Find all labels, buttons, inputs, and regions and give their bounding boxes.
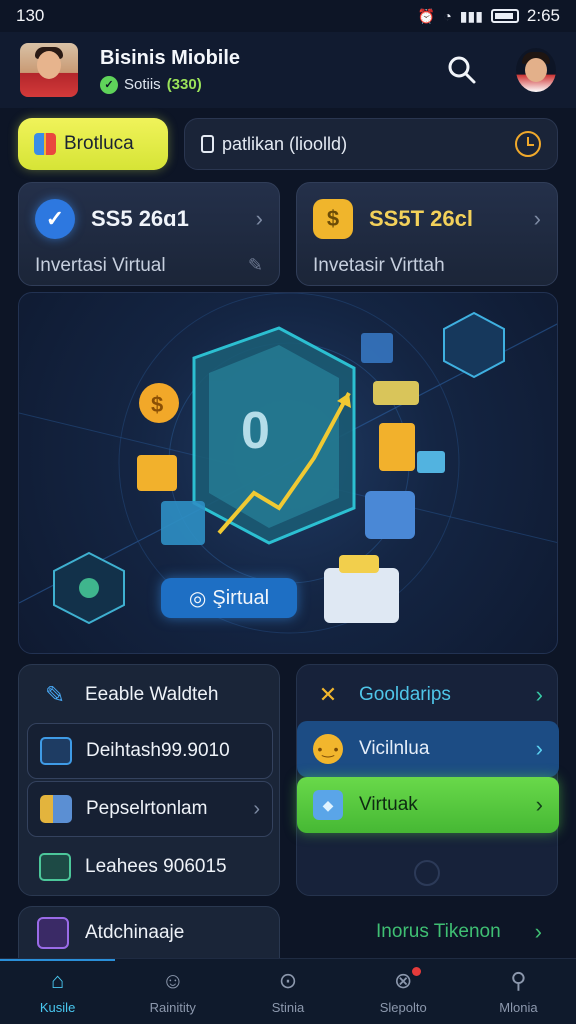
bottom-card-label: Atdchinaaje (85, 921, 185, 943)
users-icon: ☺ (161, 968, 185, 993)
chevron-right-icon: › (535, 736, 543, 761)
wifi-icon: ◔ (443, 8, 452, 24)
search-tab-icon: ⊙ (278, 968, 298, 993)
chevron-right-icon: › (533, 206, 541, 231)
stat-label: Invertasi Virtual (35, 255, 166, 276)
status-left-text: 130 (16, 6, 45, 25)
search-input-text: patlikan (lioolld) (222, 133, 348, 154)
tab-users[interactable]: ☺ Rainitity (115, 959, 230, 1024)
coin-icon: $ (313, 199, 353, 239)
menu-item-label: Gooldarips (359, 684, 451, 705)
gift-icon (34, 133, 56, 155)
document-icon (39, 853, 71, 881)
hero-illustration: 0 $ ◎ Şirtual (18, 292, 558, 654)
app-header: Bisinis Miobile ✓ Sotiis (330) (0, 32, 576, 108)
page-title: Bisinis Miobile (100, 46, 241, 69)
bottom-card[interactable]: Atdchinaaje (18, 906, 280, 958)
search-button[interactable] (442, 50, 482, 90)
tab-search[interactable]: ⊙ Stinia (230, 959, 345, 1024)
tab-more[interactable]: ⚲ Mlonia (461, 959, 576, 1024)
promo-link[interactable]: Inorus Tikenon › (296, 906, 558, 958)
promo-link-label: Inorus Tikenon (376, 921, 501, 942)
alarm-icon: ⏰ (417, 7, 436, 24)
shield-icon: ◆ (313, 790, 343, 820)
home-icon: ⌂ (50, 968, 65, 993)
ring-icon (414, 860, 440, 886)
list-item[interactable]: ✎ Eeable Waldteh (27, 667, 273, 723)
tab-label: Kusile (39, 1000, 76, 1015)
chevron-right-icon: › (253, 797, 260, 820)
virtual-badge-button[interactable]: ◎ Şirtual (161, 578, 297, 618)
tab-label: Mlonia (499, 1000, 538, 1015)
list-item[interactable]: Pepselrtonlam › (27, 781, 273, 837)
search-icon (448, 56, 476, 84)
list-item[interactable]: Deihtash99.9010 (27, 723, 273, 779)
header-subtitle: ✓ Sotiis (330) (100, 75, 442, 94)
stat-value: SS5T 26cl (369, 206, 473, 231)
menu-item-label: Virtuak (359, 794, 418, 815)
status-time: 2:65 (526, 6, 560, 25)
battery-icon (490, 9, 519, 23)
profile-avatar[interactable] (516, 48, 556, 92)
chevron-right-icon: › (535, 792, 543, 817)
stat-card-virtual-2[interactable]: $ SS5T 26cl › Invetasir Virttah (296, 182, 558, 286)
header-text: Bisinis Miobile ✓ Sotiis (330) (100, 47, 442, 94)
document-icon (201, 135, 214, 153)
status-icons: ⏰ ◔ ▮▮▮ 2:65 (418, 6, 560, 26)
left-list-panel: ✎ Eeable Waldteh Deihtash99.9010 Pepselr… (18, 664, 280, 896)
stat-card-virtual[interactable]: ✓ SS5 26ɑ1 › Invertasi Virtual ✎ (18, 182, 280, 286)
status-bar: 130 ⏰ ◔ ▮▮▮ 2:65 (0, 0, 576, 32)
menu-item[interactable]: •‿• Vicilnlua › (297, 721, 559, 777)
list-item-label: Leahees 906015 (85, 856, 227, 877)
subtitle-label: Sotiis (124, 76, 161, 93)
clock-icon[interactable] (515, 131, 541, 157)
menu-item[interactable]: ✕ Gooldarips › (297, 667, 559, 723)
list-item-label: Eeable Waldteh (85, 684, 219, 705)
tab-notifications[interactable]: ⊗ Slepolto (346, 959, 461, 1024)
list-item[interactable]: Leahees 906015 (27, 839, 273, 895)
chevron-right-icon: › (255, 206, 263, 231)
primary-chip-label: Brotluca (64, 133, 134, 154)
stat-value: SS5 26ɑ1 (91, 206, 189, 231)
pen-icon: ✎ (44, 681, 66, 709)
stat-label: Invetasir Virttah (313, 255, 445, 276)
virtual-badge-label: Şirtual (212, 586, 270, 609)
search-input[interactable]: patlikan (lioolld) (184, 118, 558, 170)
avatar[interactable] (20, 43, 78, 97)
chevron-right-icon: › (534, 919, 542, 944)
tab-label: Slepolto (379, 1000, 427, 1015)
subtitle-value: (330) (166, 76, 202, 93)
primary-chip-button[interactable]: Brotluca (18, 118, 168, 170)
bottom-tab-bar: ⌂ Kusile ☺ Rainitity ⊙ Stinia ⊗ Slepolto… (0, 958, 576, 1024)
menu-item-active[interactable]: ◆ Virtuak › (297, 777, 559, 833)
smiley-icon: •‿• (313, 734, 343, 764)
svg-text:$: $ (151, 392, 163, 417)
edit-icon[interactable]: ✎ (248, 255, 263, 277)
tools-icon: ✕ (318, 682, 338, 707)
tab-label: Rainitity (149, 1000, 196, 1015)
signal-icon: ▮▮▮ (459, 7, 483, 24)
tab-home[interactable]: ⌂ Kusile (0, 959, 116, 1024)
list-item-label: Deihtash99.9010 (86, 740, 230, 761)
magnifier-icon: ⚲ (510, 968, 527, 993)
card-icon (40, 737, 72, 765)
list-item-label: Pepselrtonlam (86, 798, 208, 819)
chart-icon (40, 795, 72, 823)
notification-dot (411, 967, 421, 976)
virtual-icon: ◎ (188, 587, 207, 610)
tab-label: Stinia (271, 1000, 305, 1015)
status-check-icon: ✓ (100, 75, 118, 94)
svg-text:0: 0 (241, 402, 270, 460)
menu-item-label: Vicilnlua (359, 738, 430, 759)
check-icon: ✓ (35, 199, 75, 239)
edit-document-icon (37, 916, 69, 949)
chevron-right-icon: › (535, 682, 543, 707)
